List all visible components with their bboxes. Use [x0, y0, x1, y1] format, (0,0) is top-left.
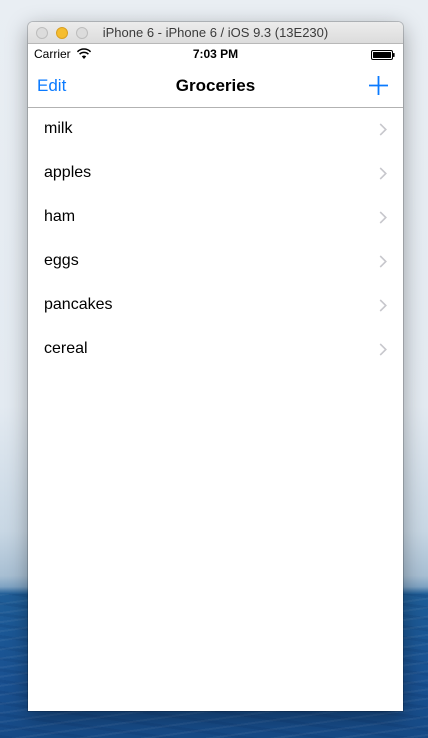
page-title: Groceries	[175, 76, 256, 95]
add-icon[interactable]	[368, 75, 389, 96]
list-item-label: eggs	[44, 252, 79, 269]
list-item[interactable]: milk	[28, 108, 403, 152]
status-bar: Carrier 7:03 PM	[28, 44, 403, 64]
chevron-right-icon	[379, 211, 387, 224]
grocery-list: milk apples ham eggs pancakes cereal	[28, 108, 403, 372]
navigation-bar: Edit Groceries	[28, 64, 403, 108]
list-item[interactable]: ham	[28, 196, 403, 240]
list-item-label: cereal	[44, 340, 88, 357]
status-time: 7:03 PM	[192, 47, 239, 61]
list-item-label: apples	[44, 164, 92, 181]
list-item[interactable]: apples	[28, 152, 403, 196]
chevron-right-icon	[379, 167, 387, 180]
battery-icon	[371, 50, 395, 60]
chevron-right-icon	[379, 343, 387, 356]
list-item-label: ham	[44, 208, 76, 225]
chevron-right-icon	[379, 255, 387, 268]
list-item-label: milk	[44, 120, 73, 137]
chevron-right-icon	[379, 299, 387, 312]
window-title: iPhone 6 - iPhone 6 / iOS 9.3 (13E230)	[102, 25, 329, 40]
chevron-right-icon	[379, 123, 387, 136]
list-item[interactable]: pancakes	[28, 284, 403, 328]
list-item[interactable]: eggs	[28, 240, 403, 284]
simulator-window: iPhone 6 - iPhone 6 / iOS 9.3 (13E230) C…	[28, 22, 403, 711]
window-titlebar[interactable]: iPhone 6 - iPhone 6 / iOS 9.3 (13E230)	[28, 22, 403, 44]
list-item[interactable]: cereal	[28, 328, 403, 372]
list-item-label: pancakes	[44, 296, 113, 313]
